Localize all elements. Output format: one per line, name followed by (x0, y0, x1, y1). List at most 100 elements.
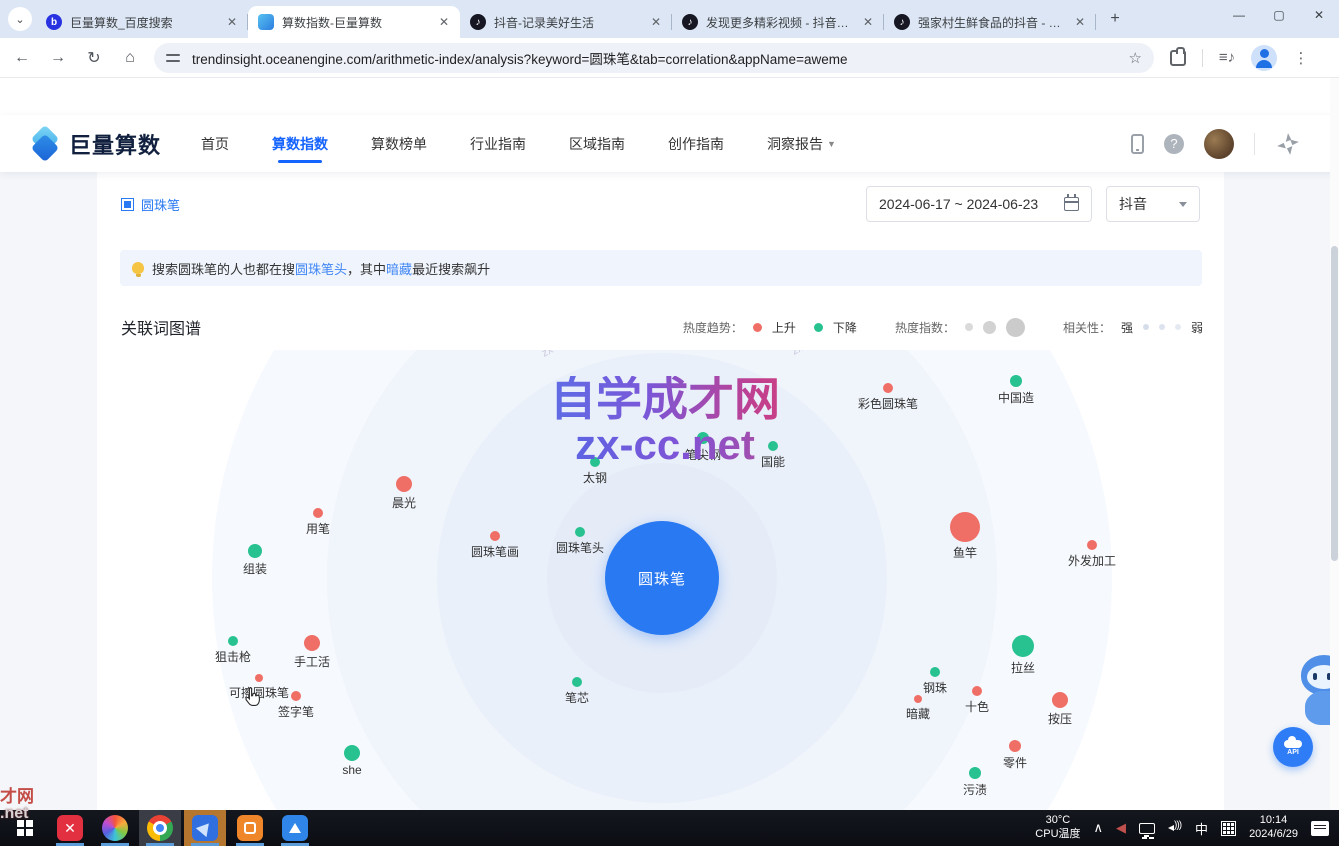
keyword-bubble-按压[interactable] (1052, 692, 1068, 708)
keyword-bubble-组装[interactable] (248, 544, 262, 558)
reload-button[interactable]: ↻ (80, 44, 108, 72)
keyword-bubble-污渍[interactable] (969, 767, 981, 779)
nav-item-label: 洞察报告 (767, 134, 823, 154)
keyword-bubble-外发加工[interactable] (1087, 540, 1097, 550)
orange-recorder-app[interactable] (229, 810, 271, 846)
heat-index-legend-label: 热度指数： (895, 319, 955, 336)
site-settings-icon[interactable] (166, 51, 182, 65)
system-tray: 30°C CPU温度 ∧ ◀ 中 10:14 2024/6/29 (1035, 814, 1339, 842)
browser-tab[interactable]: b巨量算数_百度搜索✕ (36, 6, 248, 38)
keyword-bubble-圆珠笔头[interactable] (575, 527, 585, 537)
nav-item-创作指南[interactable]: 创作指南 (668, 115, 724, 172)
keyword-tag[interactable]: 圆珠笔 (121, 195, 180, 214)
keyword-bubble-笔尖钢[interactable] (697, 432, 709, 444)
forward-button[interactable]: → (44, 44, 72, 72)
colorful-browser-app[interactable] (94, 810, 136, 846)
keyword-bubble-零件[interactable] (1009, 740, 1021, 752)
blue-arrow-app[interactable] (184, 810, 226, 846)
keyword-bubble-彩色圆珠笔[interactable] (883, 383, 893, 393)
keyword-checkbox-icon[interactable] (121, 198, 134, 211)
keyword-bubble-label: 用笔 (306, 520, 330, 537)
tip-link-keyword1[interactable]: 圆珠笔头 (295, 262, 347, 277)
nav-item-洞察报告[interactable]: 洞察报告▼ (767, 115, 836, 172)
juliang-logo[interactable]: 巨量算数 (30, 128, 161, 160)
volume-icon[interactable] (1168, 822, 1182, 834)
page-scrollbar[interactable] (1330, 78, 1339, 810)
window-minimize-button[interactable]: — (1219, 0, 1259, 30)
extensions-icon[interactable] (1164, 44, 1192, 72)
keyword-bubble-笔芯[interactable] (572, 677, 582, 687)
tray-expand-icon[interactable]: ∧ (1094, 820, 1104, 836)
window-close-button[interactable]: ✕ (1299, 0, 1339, 30)
api-float-button[interactable]: API (1273, 727, 1313, 767)
keyword-bubble-钢珠[interactable] (930, 667, 940, 677)
keyword-bubble-可擦圆珠笔[interactable] (255, 674, 263, 682)
new-tab-button[interactable]: + (1102, 6, 1128, 32)
browser-tab[interactable]: ♪发现更多精彩视频 - 抖音搜索✕ (672, 6, 884, 38)
nav-item-算数指数[interactable]: 算数指数 (272, 115, 328, 172)
browser-profile-avatar[interactable] (1251, 45, 1277, 71)
keyword-bubble-太钢[interactable] (590, 457, 600, 467)
keyword-bubble-签字笔[interactable] (291, 691, 301, 701)
keyword-bubble-圆珠笔画[interactable] (490, 531, 500, 541)
help-icon[interactable]: ? (1164, 134, 1184, 154)
user-avatar[interactable] (1204, 129, 1234, 159)
bookmark-star-icon[interactable]: ☆ (1129, 49, 1142, 67)
relevance-dot-icon (1143, 324, 1149, 330)
network-monitor-icon[interactable] (1139, 823, 1155, 834)
scrollbar-thumb[interactable] (1331, 246, 1338, 561)
nav-item-行业指南[interactable]: 行业指南 (470, 115, 526, 172)
notification-center-icon[interactable] (1311, 821, 1329, 836)
red-x-app[interactable]: ✕ (49, 810, 91, 846)
keyword-bubble-中国造[interactable] (1010, 375, 1022, 387)
nav-item-区域指南[interactable]: 区域指南 (569, 115, 625, 172)
back-button[interactable]: ← (8, 44, 36, 72)
browser-tab[interactable]: ♪抖音-记录美好生活✕ (460, 6, 672, 38)
platform-select[interactable]: 抖音 (1106, 186, 1200, 222)
keyword-bubble-用笔[interactable] (313, 508, 323, 518)
volcengine-logo-icon[interactable] (1275, 131, 1301, 157)
tab-title: 算数指数-巨量算数 (282, 14, 430, 31)
browser-tab[interactable]: ♪强家村生鲜食品的抖音 - 抖音✕ (884, 6, 1096, 38)
tab-search-button[interactable]: ⌄ (8, 7, 32, 31)
keyword-bubble-she[interactable] (344, 745, 360, 761)
keyword-bubble-label: 按压 (1048, 710, 1072, 727)
site-header: 巨量算数 首页算数指数算数榜单行业指南区域指南创作指南洞察报告▼ ? (0, 115, 1339, 172)
keyword-bubble-狙击枪[interactable] (228, 636, 238, 646)
clock[interactable]: 10:14 2024/6/29 (1249, 814, 1298, 842)
blue-media-app[interactable] (274, 810, 316, 846)
keyword-bubble-国能[interactable] (768, 441, 778, 451)
date-range-picker[interactable]: 2024-06-17 ~ 2024-06-23 (866, 186, 1092, 222)
chrome-app[interactable] (139, 810, 181, 846)
keyword-bubble-拉丝[interactable] (1012, 635, 1034, 657)
start-button[interactable] (4, 810, 46, 846)
window-maximize-button[interactable]: ▢ (1259, 0, 1299, 30)
tab-close-icon[interactable]: ✕ (436, 14, 452, 30)
tab-close-icon[interactable]: ✕ (860, 14, 876, 30)
home-button[interactable]: ⌂ (116, 44, 144, 72)
nav-item-算数榜单[interactable]: 算数榜单 (371, 115, 427, 172)
keyword-bubble-暗藏[interactable] (914, 695, 922, 703)
address-bar[interactable]: trendinsight.oceanengine.com/arithmetic-… (154, 43, 1154, 73)
center-keyword-bubble[interactable]: 圆珠笔 (605, 521, 719, 635)
api-label: API (1287, 749, 1299, 756)
main-nav: 首页算数指数算数榜单行业指南区域指南创作指南洞察报告▼ (201, 115, 836, 172)
browser-menu-icon[interactable]: ⋮ (1287, 44, 1315, 72)
muted-speaker-icon[interactable]: ◀ (1116, 820, 1126, 836)
mobile-app-icon[interactable] (1131, 134, 1144, 154)
keyword-bubble-十色[interactable] (972, 686, 982, 696)
ime-language-indicator[interactable]: 中 (1195, 819, 1208, 838)
tab-close-icon[interactable]: ✕ (224, 14, 240, 30)
keyword-bubble-晨光[interactable] (396, 476, 412, 492)
tab-close-icon[interactable]: ✕ (1072, 14, 1088, 30)
nav-item-首页[interactable]: 首页 (201, 115, 229, 172)
url-text[interactable]: trendinsight.oceanengine.com/arithmetic-… (192, 48, 847, 68)
tab-close-icon[interactable]: ✕ (648, 14, 664, 30)
keyword-bubble-label: 彩色圆珠笔 (858, 395, 918, 412)
tab-media-list-icon[interactable]: ≡♪ (1213, 44, 1241, 72)
keyword-bubble-鱼竿[interactable] (950, 512, 980, 542)
browser-tab[interactable]: 算数指数-巨量算数 ✕ (248, 6, 460, 38)
tip-link-keyword2[interactable]: 暗藏 (386, 262, 412, 277)
keyword-bubble-手工活[interactable] (304, 635, 320, 651)
pinyin-keyboard-icon[interactable] (1221, 821, 1236, 836)
